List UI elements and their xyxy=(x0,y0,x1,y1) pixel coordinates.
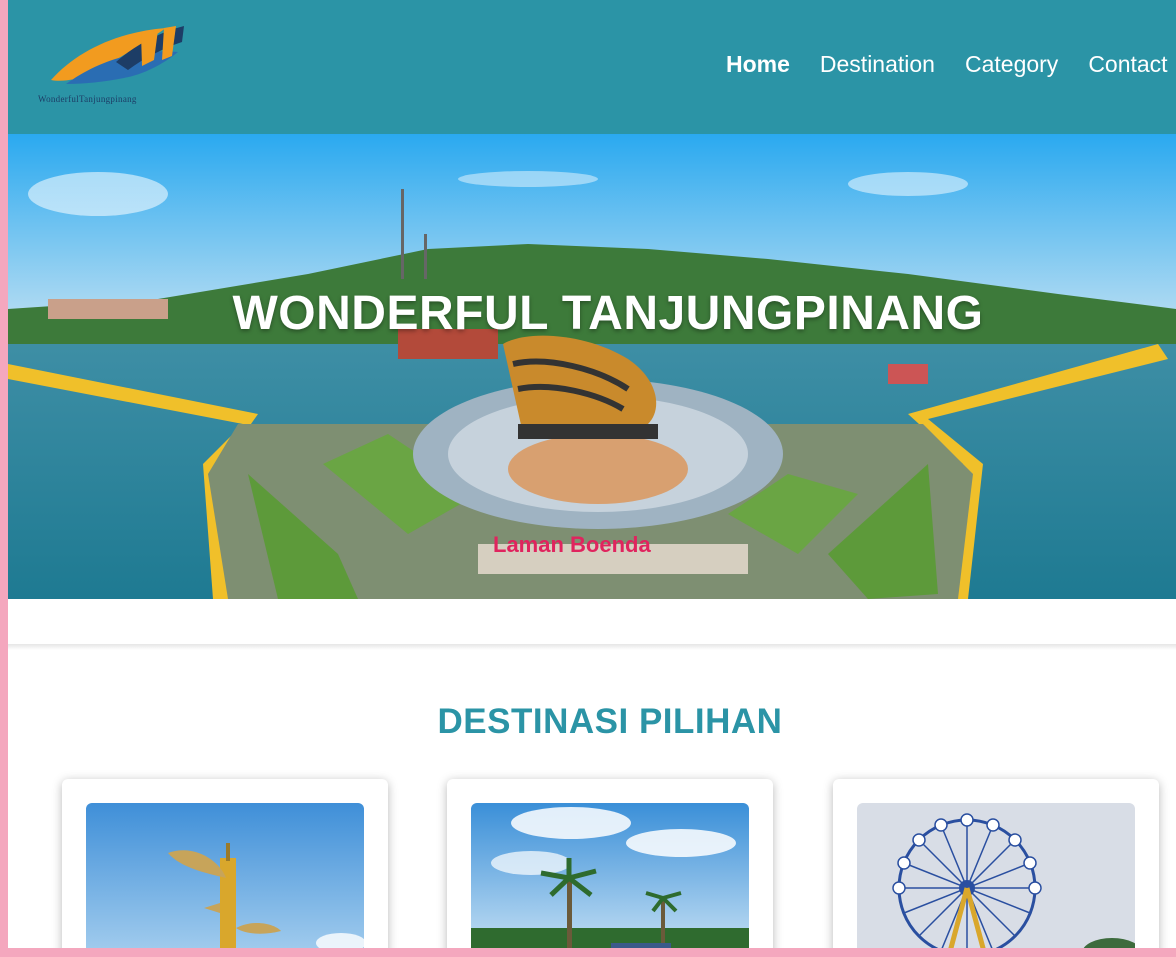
card-image xyxy=(471,803,749,948)
card-image xyxy=(86,803,364,948)
nav-category-link[interactable]: Category xyxy=(965,50,1058,78)
nav-contact-link[interactable]: Contact xyxy=(1088,50,1167,78)
main-nav: Home Destination Category Contact xyxy=(726,50,1176,78)
page: WonderfulTanjungpinang Home Destination … xyxy=(8,0,1176,948)
site-logo[interactable]: WonderfulTanjungpinang xyxy=(36,22,196,108)
ferris-wheel-image xyxy=(857,803,1135,948)
section-divider xyxy=(8,644,1176,650)
tower-sculpture-image xyxy=(86,803,364,948)
section-title: DESTINASI PILIHAN xyxy=(437,702,783,741)
hero-sign-text: Laman Boenda xyxy=(493,532,651,557)
logo-wordmark: WonderfulTanjungpinang xyxy=(38,94,137,104)
card-image xyxy=(857,803,1135,948)
destination-card[interactable] xyxy=(62,779,388,948)
hero-banner: Laman Boenda WONDERFUL TANJUNGPINANG xyxy=(8,134,1176,599)
hero-title: WONDERFUL TANJUNGPINANG xyxy=(232,287,984,340)
nav-destination-link[interactable]: Destination xyxy=(820,50,935,78)
nav-home-link[interactable]: Home xyxy=(726,50,790,78)
wave-logo-icon xyxy=(51,26,184,84)
destination-card[interactable] xyxy=(833,779,1159,948)
hero-image: Laman Boenda xyxy=(8,134,1176,599)
destination-card[interactable] xyxy=(447,779,773,948)
site-header: WonderfulTanjungpinang Home Destination … xyxy=(8,0,1176,134)
palm-beach-image xyxy=(471,803,749,948)
